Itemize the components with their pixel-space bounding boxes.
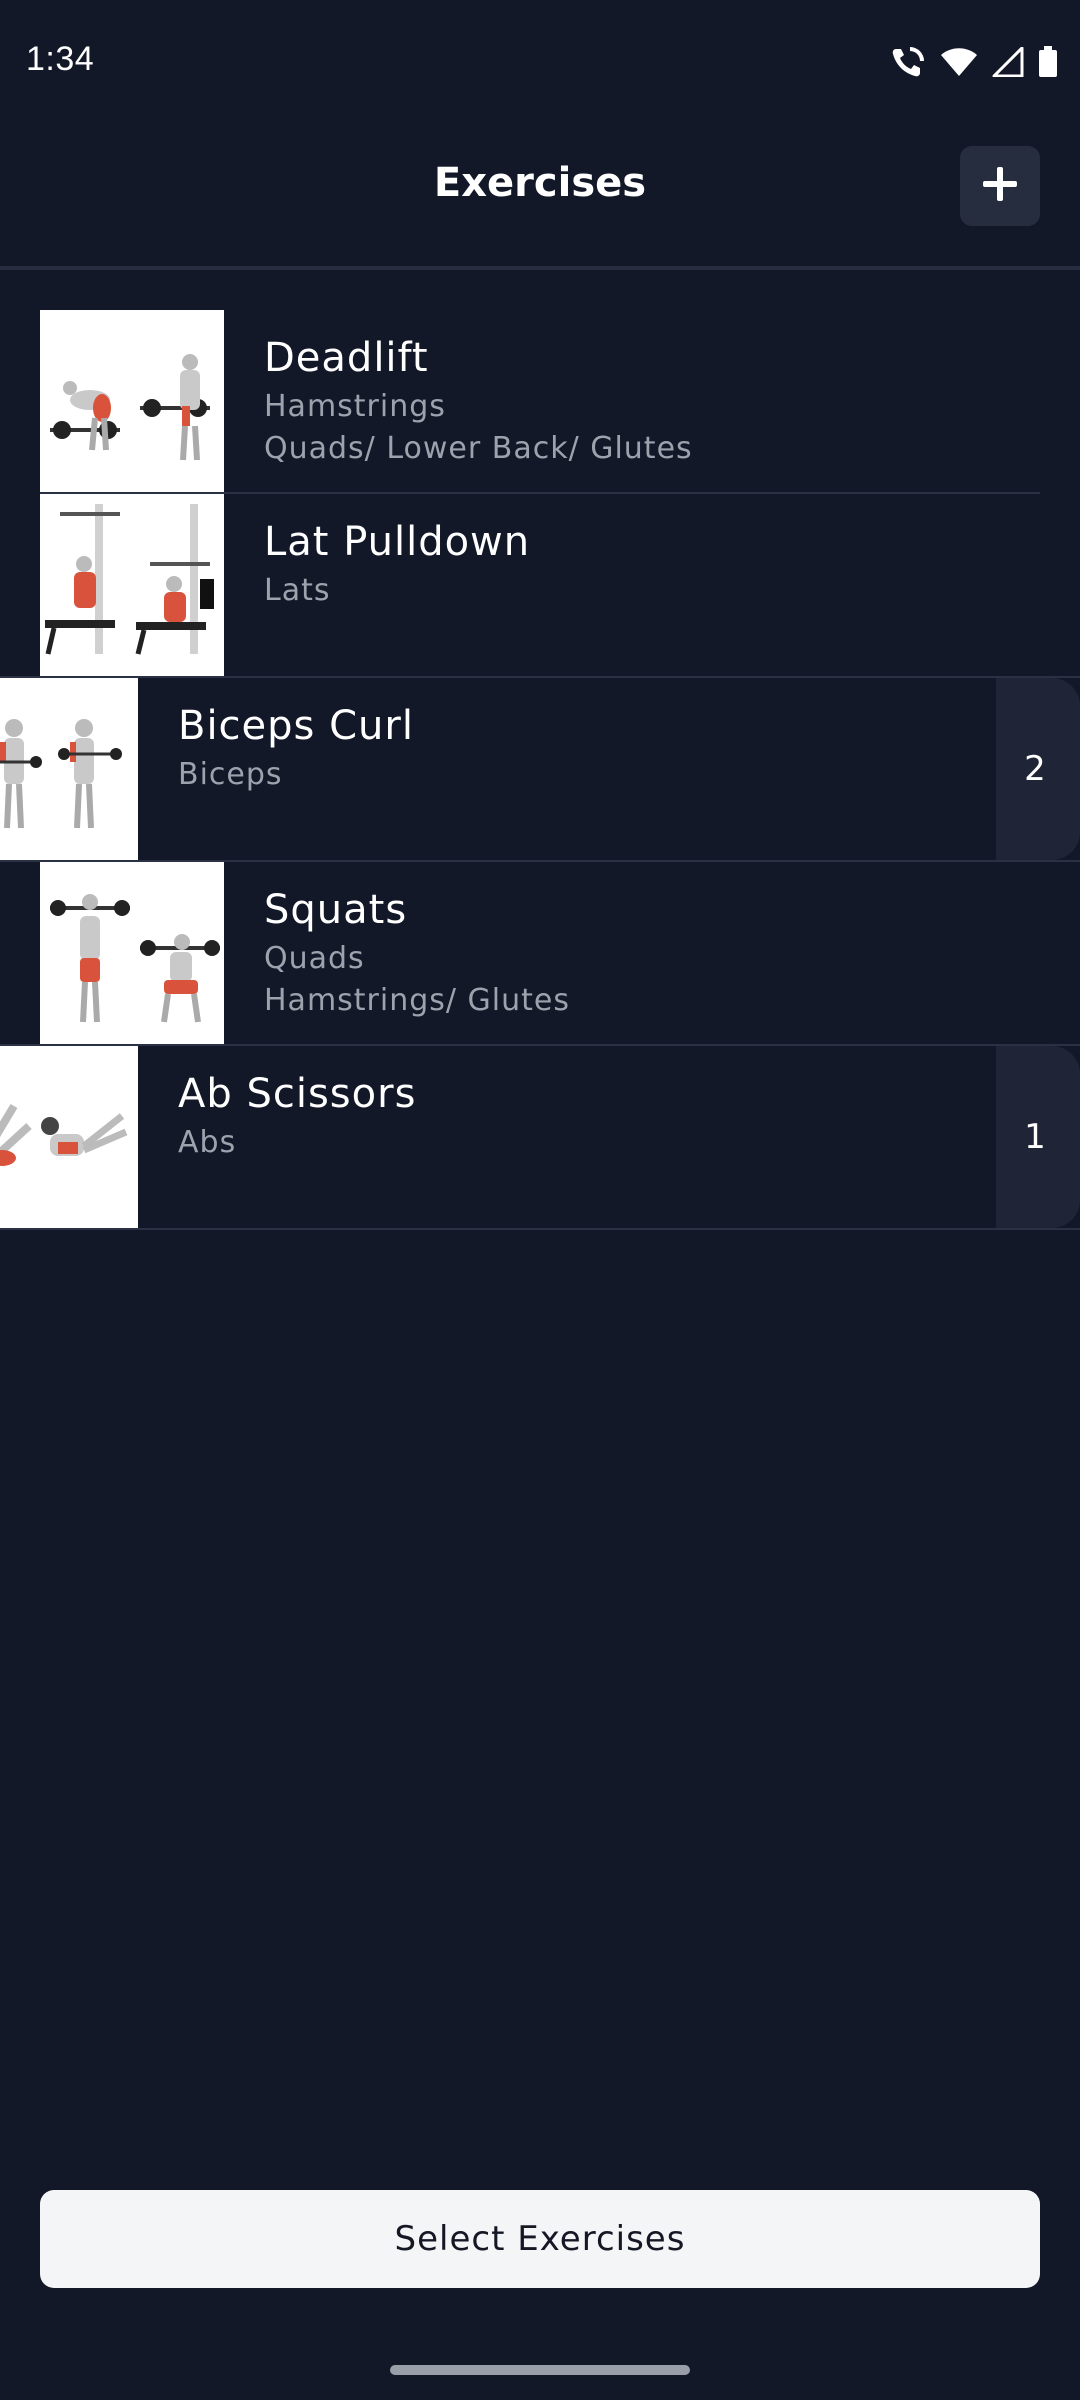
exercise-name: Squats <box>264 887 408 933</box>
exercise-name: Biceps Curl <box>178 703 414 749</box>
add-exercise-button[interactable] <box>960 146 1040 226</box>
exercise-primary-muscle: Biceps <box>178 757 283 792</box>
row-divider <box>0 1228 1080 1230</box>
exercise-info: Ab Scissors Abs <box>178 1066 416 1164</box>
exercise-thumbnail <box>40 862 224 1046</box>
list-item[interactable]: Biceps Curl Biceps 2 <box>0 676 1080 862</box>
selection-order-number: 1 <box>1024 1117 1046 1157</box>
plus-icon <box>980 164 1020 208</box>
status-bar: 1:34 <box>0 0 1080 120</box>
home-indicator[interactable] <box>390 2365 690 2375</box>
select-exercises-button[interactable]: Select Exercises <box>40 2190 1040 2288</box>
list-item[interactable]: Ab Scissors Abs 1 <box>0 1044 1080 1230</box>
exercise-info: Deadlift Hamstrings Quads/ Lower Back/ G… <box>264 330 693 470</box>
wifi-icon <box>940 47 978 77</box>
list-item[interactable]: Deadlift Hamstrings Quads/ Lower Back/ G… <box>0 310 1080 494</box>
row-divider <box>0 1044 1080 1046</box>
row-divider <box>0 676 1080 678</box>
exercise-name: Deadlift <box>264 335 429 381</box>
exercise-info: Squats Quads Hamstrings/ Glutes <box>264 882 570 1022</box>
exercise-info: Lat Pulldown Lats <box>264 514 530 612</box>
exercise-thumbnail <box>40 494 224 678</box>
page-title: Exercises <box>433 160 647 206</box>
signal-icon <box>992 47 1024 77</box>
list-item[interactable]: Lat Pulldown Lats <box>0 494 1080 678</box>
exercise-name: Ab Scissors <box>178 1071 417 1117</box>
exercise-primary-muscle: Quads <box>264 941 365 976</box>
status-icons <box>890 44 1058 80</box>
exercise-thumbnail <box>0 1046 138 1230</box>
list-item[interactable]: Squats Quads Hamstrings/ Glutes <box>0 862 1080 1046</box>
exercise-name: Lat Pulldown <box>264 519 531 565</box>
exercise-primary-muscle: Lats <box>264 573 331 608</box>
exercise-primary-muscle: Hamstrings <box>264 389 446 424</box>
exercise-info: Biceps Curl Biceps <box>178 698 414 796</box>
app-header: Exercises <box>0 120 1080 270</box>
wifi-calling-icon <box>890 45 926 79</box>
exercise-thumbnail <box>40 310 224 494</box>
selection-order-badge[interactable]: 1 <box>996 1046 1080 1228</box>
status-time: 1:34 <box>26 40 95 78</box>
exercise-list: Deadlift Hamstrings Quads/ Lower Back/ G… <box>0 310 1080 1230</box>
exercise-secondary-muscles: Hamstrings/ Glutes <box>264 983 571 1018</box>
battery-icon <box>1038 46 1058 78</box>
exercise-secondary-muscles: Quads/ Lower Back/ Glutes <box>264 431 693 466</box>
selection-order-number: 2 <box>1024 749 1046 789</box>
selection-order-badge[interactable]: 2 <box>996 678 1080 860</box>
exercise-primary-muscle: Abs <box>178 1125 237 1160</box>
exercise-thumbnail <box>0 678 138 862</box>
